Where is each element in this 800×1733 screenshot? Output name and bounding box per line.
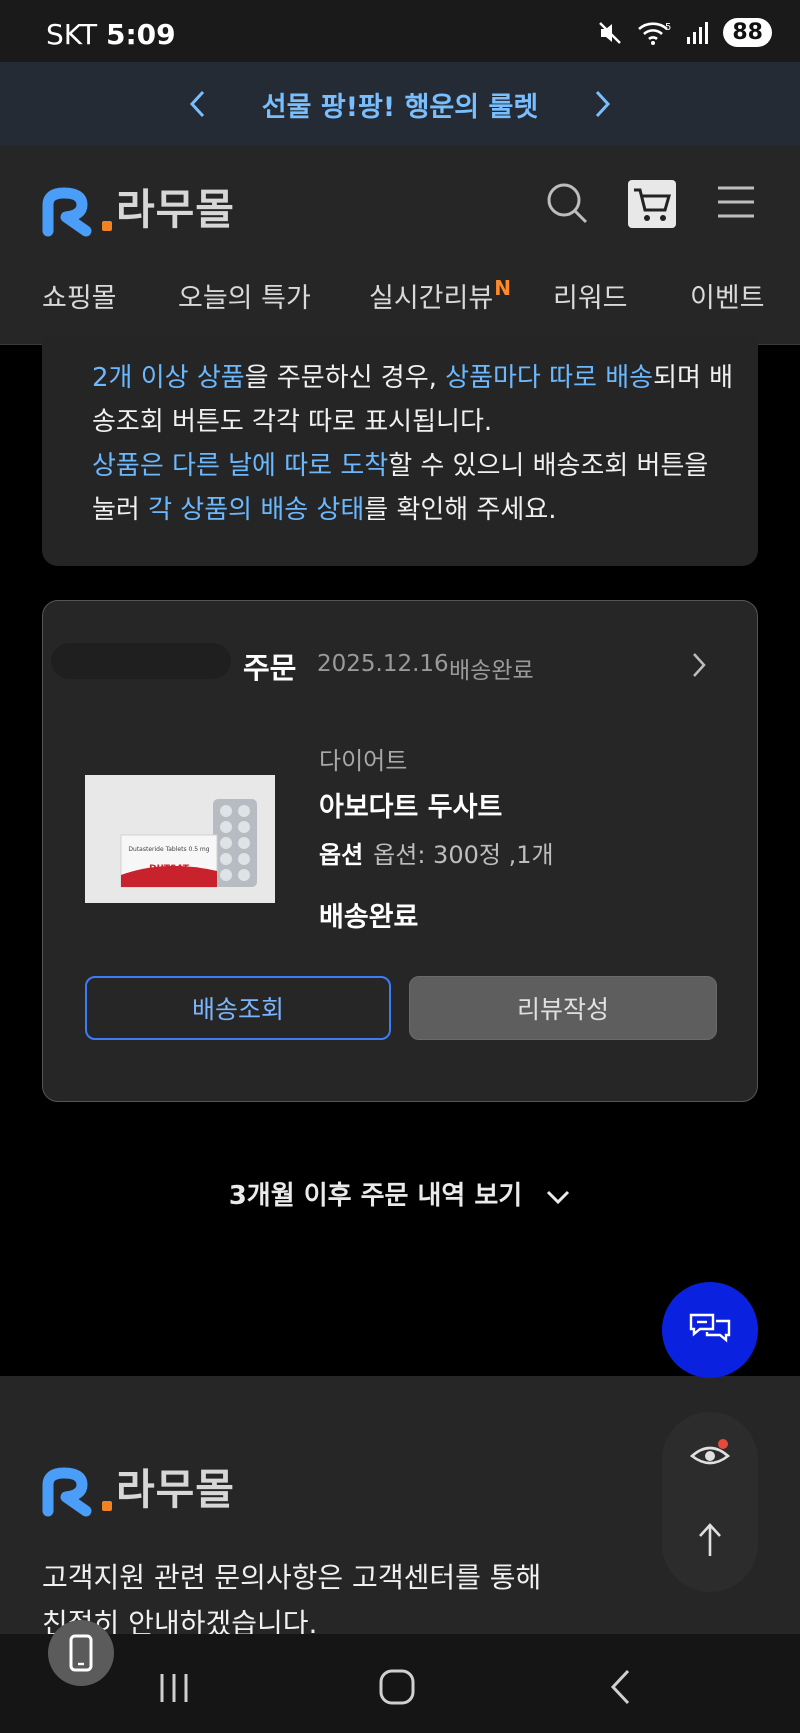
option-key: 옵션 <box>319 841 364 869</box>
product-image-subtitle: Dutasteride Tablets 0.5 mg <box>128 846 209 853</box>
notice-line-3: 상품은 다른 날에 따로 도착할 수 있으니 배송조회 버튼을 <box>92 444 708 488</box>
status-carrier-time: SKT 5:09 <box>46 18 176 51</box>
carrier: SKT <box>46 18 98 51</box>
notice-text: 할 수 있으니 배송조회 버튼을 <box>388 451 709 481</box>
notice-text: 을 주문하신 경우, <box>244 363 446 393</box>
order-label: 주문 <box>243 651 297 685</box>
chat-icon <box>689 1313 731 1343</box>
delivery-status: 배송완료 <box>319 902 419 933</box>
product-image-label: DUTSAT <box>149 864 190 874</box>
home-icon[interactable] <box>378 1668 416 1706</box>
product-thumbnail[interactable]: DUTSAT Dutasteride Tablets 0.5 mg <box>85 775 275 903</box>
notice-text: 되며 배 <box>653 363 734 393</box>
clock: 5:09 <box>105 18 176 51</box>
notice-text: 를 확인해 주세요. <box>364 495 557 525</box>
nav-todays-deal[interactable]: 오늘의 특가 <box>178 276 311 315</box>
notice-highlight: 상품은 다른 날에 따로 도착 <box>92 451 389 481</box>
product-category: 다이어트 <box>319 747 408 775</box>
footer-logo[interactable]: 라무몰 <box>42 1456 235 1517</box>
product-option: 옵션 옵션: 300정 ,1개 <box>319 835 554 870</box>
chevron-right-icon[interactable] <box>594 89 612 119</box>
option-value: 옵션: 300정 ,1개 <box>373 841 554 869</box>
main-nav: 쇼핑몰 오늘의 특가 실시간리뷰N 리워드 이벤트 <box>0 266 800 326</box>
phone-icon <box>69 1634 93 1672</box>
new-badge: N <box>494 276 511 300</box>
status-icons: 5 88 <box>597 18 772 47</box>
logo-text: 라무몰 <box>116 185 235 234</box>
order-number-redacted <box>51 643 231 679</box>
nav-shopping-mall[interactable]: 쇼핑몰 <box>42 276 117 315</box>
chevron-left-icon[interactable] <box>188 89 206 119</box>
order-status: 배송완료 <box>449 658 534 684</box>
recently-viewed-eye-icon[interactable] <box>690 1438 730 1470</box>
multi-shipment-notice: 2개 이상 상품을 주문하신 경우, 상품마다 따로 배송되며 배 송조회 버튼… <box>42 336 758 566</box>
status-bar: SKT 5:09 5 88 <box>0 0 800 62</box>
network-label: 5 <box>665 22 671 33</box>
cart-icon[interactable] <box>628 180 676 228</box>
notice-line-4: 눌러 각 상품의 배송 상태를 확인해 주세요. <box>92 488 557 532</box>
product-name[interactable]: 아보다트 두사트 <box>319 785 502 824</box>
nav-reward[interactable]: 리워드 <box>553 276 628 315</box>
wifi-icon: 5 <box>638 22 671 45</box>
logo-dot <box>102 221 112 231</box>
order-date: 2025.12.16 <box>317 651 449 677</box>
site-header: 라무몰 쇼핑몰 오늘의 특가 실시간리뷰N 리워드 이벤트 <box>0 146 800 345</box>
logo-mark-icon <box>42 1467 92 1517</box>
phone-floating-button[interactable] <box>48 1620 114 1686</box>
notice-text: 눌러 <box>92 495 149 525</box>
track-delivery-button[interactable]: 배송조회 <box>85 976 391 1040</box>
back-icon[interactable] <box>608 1668 634 1706</box>
recent-apps-icon[interactable] <box>156 1672 192 1704</box>
nav-event[interactable]: 이벤트 <box>690 276 765 315</box>
write-review-button[interactable]: 리뷰작성 <box>409 976 717 1040</box>
notice-highlight: 상품마다 따로 배송 <box>445 363 654 393</box>
menu-icon[interactable] <box>716 184 756 220</box>
older-orders-label: 3개월 이후 주문 내역 보기 <box>228 1181 523 1211</box>
chat-button[interactable] <box>662 1282 758 1378</box>
footer-logo-text: 라무몰 <box>116 1465 235 1514</box>
system-nav-bar <box>0 1634 800 1733</box>
notice-highlight: 각 상품의 배송 상태 <box>148 495 365 525</box>
nav-live-review[interactable]: 실시간리뷰N <box>369 276 511 315</box>
notice-line-1: 2개 이상 상품을 주문하신 경우, 상품마다 따로 배송되며 배 <box>92 356 733 400</box>
logo-dot <box>102 1501 112 1511</box>
battery-indicator: 88 <box>723 18 772 47</box>
notice-highlight: 2개 이상 상품 <box>92 363 245 393</box>
order-detail-chevron-icon[interactable] <box>691 651 707 679</box>
product-image: DUTSAT Dutasteride Tablets 0.5 mg <box>85 775 275 903</box>
order-card: 주문 2025.12.16 배송완료 DUTSAT Dutasteride Ta… <box>42 600 758 1102</box>
logo-mark-icon <box>42 187 92 237</box>
site-logo[interactable]: 라무몰 <box>42 176 235 237</box>
support-text-line-1: 고객지원 관련 문의사항은 고객센터를 통해 <box>42 1561 542 1594</box>
floating-side-controls <box>662 1412 758 1592</box>
chevron-down-icon <box>547 1190 570 1204</box>
notice-line-2: 송조회 버튼도 각각 따로 표시됩니다. <box>92 407 493 437</box>
older-orders-toggle[interactable]: 3개월 이후 주문 내역 보기 <box>0 1175 800 1212</box>
search-icon[interactable] <box>546 182 590 226</box>
nav-live-review-label: 실시간리뷰 <box>369 283 494 314</box>
scroll-top-arrow-icon[interactable] <box>696 1522 724 1558</box>
signal-icon <box>687 21 709 44</box>
promo-banner[interactable]: 선물 팡!팡! 행운의 룰렛 <box>0 62 800 146</box>
promo-text[interactable]: 선물 팡!팡! 행운의 룰렛 <box>262 85 538 124</box>
mute-icon <box>599 21 622 44</box>
